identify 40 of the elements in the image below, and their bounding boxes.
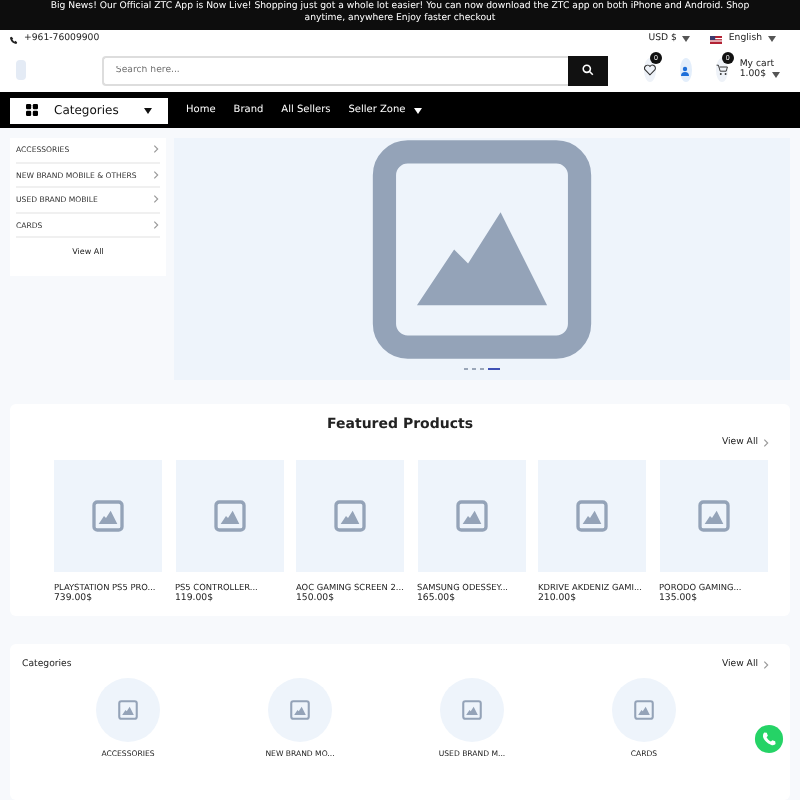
caret-down-icon — [682, 36, 691, 42]
caret-down-icon — [144, 107, 152, 113]
image-placeholder-icon — [370, 138, 594, 361]
product-image[interactable] — [417, 460, 525, 572]
image-placeholder-icon — [92, 500, 124, 532]
chevron-right-icon — [762, 660, 770, 670]
chevron-right-icon — [152, 219, 160, 230]
category-image[interactable] — [96, 678, 160, 742]
product-image[interactable] — [538, 460, 646, 572]
image-placeholder-icon — [462, 700, 482, 720]
image-placeholder-icon — [576, 500, 608, 532]
category-image[interactable] — [268, 678, 332, 742]
flag-icon — [710, 35, 723, 43]
product-image[interactable] — [175, 460, 283, 572]
image-placeholder-icon — [455, 500, 487, 532]
search-button[interactable] — [567, 55, 608, 85]
whatsapp-button[interactable] — [754, 724, 784, 754]
slide-indicator[interactable] — [488, 367, 500, 370]
image-placeholder-icon — [634, 700, 654, 720]
product-image[interactable] — [659, 460, 767, 572]
chevron-right-icon — [762, 438, 770, 448]
image-placeholder-icon — [290, 700, 310, 720]
chevron-right-icon — [152, 144, 160, 155]
category-image[interactable] — [612, 678, 676, 742]
category-image[interactable] — [440, 678, 504, 742]
caret-down-icon — [413, 107, 422, 113]
image-placeholder-icon — [334, 500, 366, 532]
image-placeholder-icon — [213, 500, 245, 532]
account-button[interactable] — [679, 58, 692, 82]
phone-icon — [10, 35, 18, 43]
image-placeholder-icon — [697, 500, 729, 532]
product-image[interactable] — [296, 460, 404, 572]
search-icon — [581, 64, 594, 76]
chevron-right-icon — [152, 194, 160, 205]
chevron-right-icon — [152, 169, 160, 180]
image-placeholder-icon — [118, 700, 138, 720]
grid-icon — [26, 104, 38, 116]
caret-down-icon — [768, 36, 776, 42]
caret-down-icon — [772, 72, 780, 78]
product-image[interactable] — [54, 460, 162, 572]
